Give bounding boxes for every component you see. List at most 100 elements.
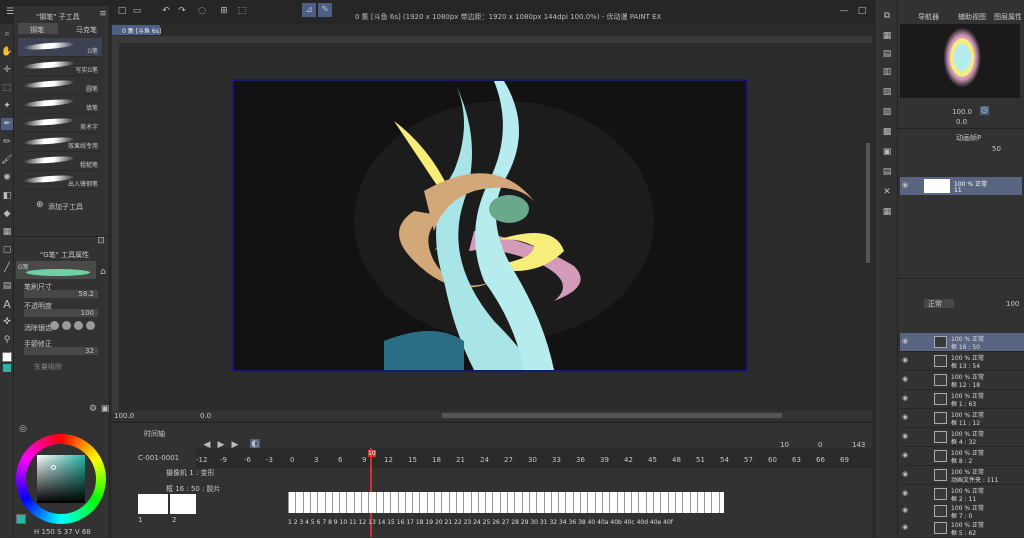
material-3-dock-icon[interactable]: ▥ — [881, 66, 893, 78]
maximize-icon[interactable]: □ — [856, 5, 868, 17]
layer-row[interactable]: ◉ 100 % 正常框 11 : 12 — [900, 409, 1024, 428]
main-color-swatch[interactable] — [2, 352, 12, 362]
deselect-icon[interactable]: ⬚ — [236, 5, 248, 17]
panel-settings-icon[interactable]: ⊡ — [96, 236, 106, 246]
eyedropper-tool-icon[interactable]: ⚲ — [1, 334, 13, 346]
select-tool-icon[interactable]: ⬚ — [1, 82, 13, 94]
subtool-tab-pen[interactable]: 钢笔 — [18, 23, 58, 34]
zoom-readout[interactable]: 100.0 — [114, 412, 134, 420]
sv-square[interactable] — [37, 455, 85, 503]
blend-mode-select[interactable]: 正常 — [924, 299, 954, 308]
eye-icon[interactable]: ◉ — [902, 451, 908, 459]
anim-cel-tab[interactable]: 动画帧P — [956, 133, 981, 143]
nav-tab-subview[interactable]: 辅助视图 — [958, 12, 986, 22]
brush-size-slider[interactable]: 58.2 — [24, 290, 98, 298]
eraser-tool-icon[interactable]: ◧ — [1, 190, 13, 202]
nav-rotation-value[interactable]: 0.0 — [956, 118, 967, 126]
pen-tool-icon[interactable]: ✒ — [1, 118, 13, 130]
brush-item-calligraphy[interactable]: 美术字 — [18, 114, 102, 133]
redo-icon[interactable]: ↷ — [176, 5, 188, 17]
subtool-tab-marker[interactable]: 马克笔 — [62, 23, 102, 34]
snap-ruler-icon[interactable]: ⊿ — [302, 3, 316, 17]
anim-cel-layer[interactable]: ◉ 100 % 正常 11 — [900, 177, 1022, 195]
eye-icon[interactable]: ◉ — [902, 337, 908, 345]
snap-special-icon[interactable]: ✎ — [318, 3, 332, 17]
property-options-icon[interactable]: ⚙ — [88, 404, 98, 414]
material-9-dock-icon[interactable]: ✕ — [881, 186, 893, 198]
layer-row[interactable]: ◉ 100 % 正常框 16 : 50 — [900, 333, 1024, 352]
sub-color-swatch[interactable] — [3, 364, 11, 372]
navigator-preview[interactable] — [900, 24, 1020, 98]
eye-icon[interactable]: ◉ — [902, 181, 908, 189]
canvas-scrollbar-h[interactable] — [442, 413, 782, 418]
navigator-dock-icon[interactable]: ⧉ — [881, 10, 893, 22]
scroll-thumb[interactable] — [866, 143, 870, 263]
color-swatch-mini[interactable] — [16, 514, 26, 524]
subtool-menu-icon[interactable]: ≡ — [98, 9, 108, 19]
gradient-tool-icon[interactable]: ▦ — [1, 226, 13, 238]
brush-item-fill-pen[interactable]: 填笔 — [18, 95, 102, 114]
brush-tool-icon[interactable]: 🖌 — [1, 154, 13, 166]
new-file-icon[interactable]: □ — [116, 5, 128, 17]
nav-tab-layer-props[interactable]: 图层属性 — [994, 12, 1022, 22]
canvas-tab[interactable]: 0 集 [斗鱼 6s] — [112, 25, 161, 35]
timeline-tab[interactable]: 时间轴 — [144, 429, 165, 439]
anim-cel-opacity[interactable]: 50 — [992, 145, 1001, 153]
eye-icon[interactable]: ◉ — [902, 523, 908, 531]
transform-icon[interactable]: ⊞ — [218, 5, 230, 17]
eye-icon[interactable]: ◉ — [902, 394, 908, 402]
layer-row[interactable]: ◉ 100 % 正常 动画文件夹 : 111 — [900, 466, 1024, 485]
eye-icon[interactable]: ◉ — [902, 506, 908, 514]
layer-row[interactable]: ◉ 100 % 正常框 8 : 2 — [900, 447, 1024, 466]
track-thumb-1[interactable] — [138, 494, 168, 514]
undo-icon[interactable]: ↶ — [160, 5, 172, 17]
layer-opacity-value[interactable]: 100 — [1006, 300, 1019, 308]
material-2-dock-icon[interactable]: ▤ — [881, 48, 893, 60]
opacity-slider[interactable]: 100 — [24, 309, 98, 317]
material-8-dock-icon[interactable]: ▤ — [881, 166, 893, 178]
brush-item-effect-line[interactable]: 效果线专用 — [18, 133, 102, 152]
stabilize-slider[interactable]: 32 — [24, 347, 98, 355]
canvas-page[interactable] — [232, 79, 748, 372]
nav-tab-navigator[interactable]: 导航器 — [918, 12, 939, 22]
eye-icon[interactable]: ◉ — [902, 356, 908, 364]
layer-row[interactable]: ◉ 100 % 正常框 5 : 62 — [900, 519, 1024, 538]
minimize-icon[interactable]: — — [838, 5, 850, 17]
material-7-dock-icon[interactable]: ▣ — [881, 146, 893, 158]
add-subtool-button[interactable]: ⊕ 添加子工具 — [36, 200, 96, 212]
track-film[interactable]: 框 16 : 50 : 胶片 — [166, 484, 221, 494]
fill-tool-icon[interactable]: ◆ — [1, 208, 13, 220]
brush-item-real-g-pen[interactable]: 写实G笔 — [18, 57, 102, 76]
eye-icon[interactable]: ◉ — [902, 489, 908, 497]
material-10-dock-icon[interactable]: ▦ — [881, 206, 893, 218]
nav-reset-icon[interactable]: ⊙ — [980, 106, 989, 116]
ruler-tool-icon[interactable]: ▤ — [1, 280, 13, 292]
antialias-selector[interactable] — [50, 321, 100, 331]
layer-row[interactable]: ◉ 100 % 正常框 12 : 18 — [900, 371, 1024, 390]
property-lock-icon[interactable]: ▣ — [100, 404, 110, 414]
material-6-dock-icon[interactable]: ▩ — [881, 126, 893, 138]
line-tool-icon[interactable]: ╱ — [1, 262, 13, 274]
clear-icon[interactable]: ◌ — [196, 5, 208, 17]
track-camera[interactable]: 摄像机 1 : 变形 — [166, 468, 215, 478]
layer-row[interactable]: ◉ 100 % 正常框 1 : 63 — [900, 390, 1024, 409]
nav-zoom-value[interactable]: 100.0 — [952, 108, 972, 116]
operation-tool-icon[interactable]: ✜ — [1, 316, 13, 328]
eye-icon[interactable]: ◉ — [902, 432, 908, 440]
brush-item-g-pen[interactable]: G笔 — [18, 38, 102, 57]
wand-tool-icon[interactable]: ✦ — [1, 100, 13, 112]
pencil-tool-icon[interactable]: ✏ — [1, 136, 13, 148]
hand-tool-icon[interactable]: ✋ — [1, 46, 13, 58]
color-wheel-tab-icon[interactable]: ◎ — [18, 424, 28, 434]
material-5-dock-icon[interactable]: ▨ — [881, 106, 893, 118]
track-thumb-2[interactable] — [170, 494, 196, 514]
canvas-scrollbar-v[interactable] — [865, 43, 872, 411]
layer-row[interactable]: ◉ 100 % 正常框 4 : 32 — [900, 428, 1024, 447]
brush-item-round-pen[interactable]: 圆笔 — [18, 76, 102, 95]
material-dock-icon[interactable]: ▦ — [881, 30, 893, 42]
eye-icon[interactable]: ◉ — [902, 470, 908, 478]
material-4-dock-icon[interactable]: ▧ — [881, 86, 893, 98]
eye-icon[interactable]: ◉ — [902, 375, 908, 383]
brush-item-taper-pen[interactable]: 出入锋钢笔 — [18, 171, 102, 190]
brush-item-rough-pen[interactable]: 粗糙笔 — [18, 152, 102, 171]
